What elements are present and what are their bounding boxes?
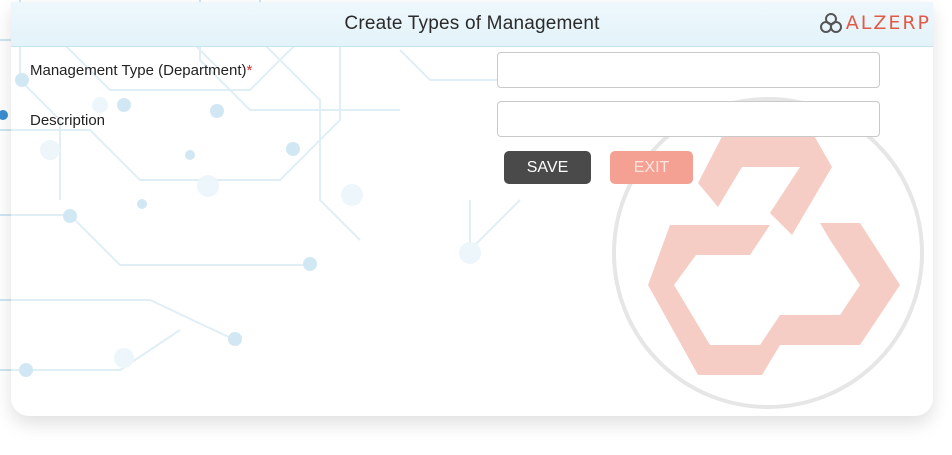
brand-logo: ALZERP (819, 12, 931, 34)
description-input[interactable] (497, 101, 880, 137)
page-title: Create Types of Management (344, 13, 600, 34)
exit-button[interactable]: EXIT (610, 151, 693, 184)
page-header: Create Types of Management ALZERP (11, 2, 933, 47)
triad-circles-icon (819, 13, 842, 33)
save-button[interactable]: SAVE (504, 151, 591, 184)
description-label: Description (30, 112, 106, 129)
required-asterisk: * (246, 62, 253, 79)
brand-logo-text: ALZERP (845, 12, 931, 34)
management-type-input[interactable] (497, 52, 880, 88)
management-type-label: Management Type (Department)* (30, 62, 253, 79)
